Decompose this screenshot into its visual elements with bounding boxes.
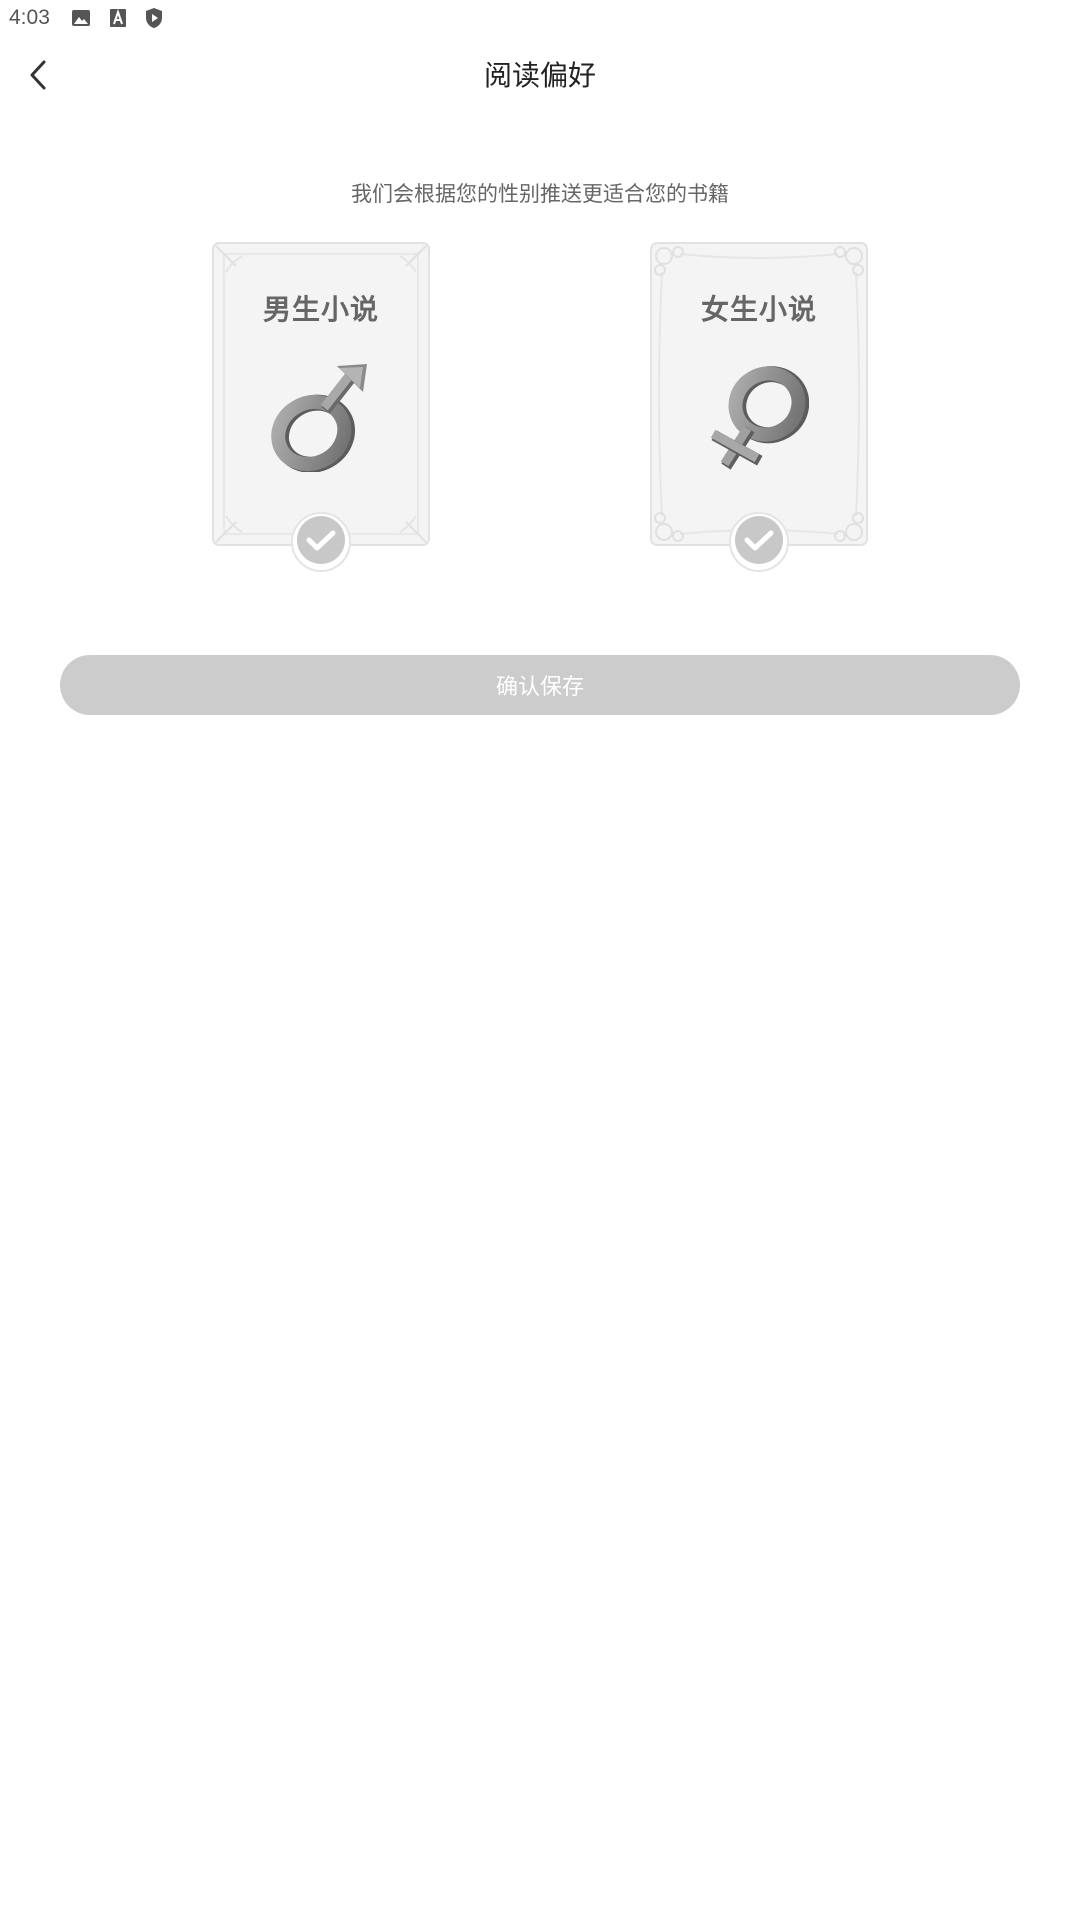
subtitle-text: 我们会根据您的性别推送更适合您的书籍 <box>351 182 729 206</box>
male-novel-label: 男生小说 <box>262 293 379 326</box>
reading-preference-screen: 4:03 阅读偏好 我们会根据您的性别推送更适合您的书籍 男生小说 女生小说 确… <box>0 0 1080 1920</box>
male-symbol-icon <box>271 364 367 472</box>
image-icon <box>72 10 90 26</box>
male-novel-card[interactable]: 男生小说 <box>212 242 430 572</box>
check-icon <box>291 512 351 572</box>
header: 阅读偏好 <box>0 40 1080 110</box>
page-title: 阅读偏好 <box>483 59 596 92</box>
shield-play-icon <box>146 8 162 28</box>
status-bar: 4:03 <box>0 0 1080 36</box>
a-icon <box>110 8 126 27</box>
check-icon <box>729 512 789 572</box>
confirm-save-button[interactable]: 确认保存 <box>60 655 1020 715</box>
female-symbol-icon <box>710 366 809 470</box>
female-novel-label: 女生小说 <box>700 293 817 326</box>
female-novel-card[interactable]: 女生小说 <box>650 242 868 572</box>
status-time: 4:03 <box>9 6 50 29</box>
